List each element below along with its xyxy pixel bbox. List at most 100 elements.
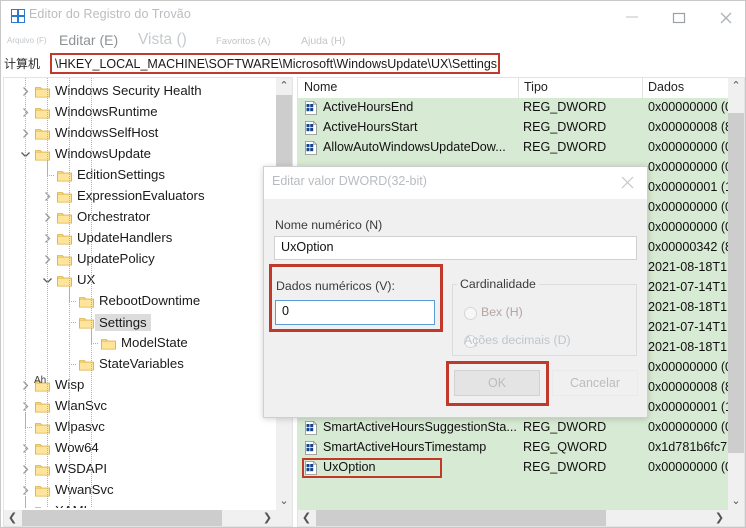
tree-node-wwansvc[interactable]: WwanSvc — [4, 480, 276, 501]
list-scroll-right-icon[interactable]: ❯ — [711, 510, 728, 526]
tree-node-label: StateVariables — [99, 356, 184, 371]
cancel-button[interactable]: Cancelar — [552, 370, 638, 396]
chevron-down-icon[interactable] — [20, 148, 33, 161]
value-name-input[interactable]: UxOption — [274, 236, 637, 260]
chevron-right-icon[interactable] — [42, 253, 55, 266]
title-bar: Editor do Registro do Trovão — [1, 1, 745, 31]
tree-scroll-right-icon[interactable]: ❯ — [259, 510, 276, 526]
tree-node-windowsruntime[interactable]: WindowsRuntime — [4, 102, 276, 123]
address-path: \HKEY_LOCAL_MACHINE\SOFTWARE\Microsoft\W… — [55, 57, 498, 71]
tree-node-ux[interactable]: UX — [4, 270, 276, 291]
chevron-right-icon[interactable] — [42, 190, 55, 203]
chevron-right-icon[interactable] — [20, 400, 33, 413]
radio-hex-dot — [464, 307, 477, 320]
minimize-button[interactable] — [609, 1, 655, 31]
chevron-right-icon[interactable] — [20, 85, 33, 98]
value-data-label: Dados numéricos (V): — [276, 279, 395, 293]
menu-favoritos[interactable]: Favoritos (A) — [216, 36, 270, 47]
tree-node-statevariables[interactable]: StateVariables — [4, 350, 276, 375]
tree-node-label: WwanSvc — [55, 482, 114, 497]
tree-node-updatehandlers[interactable]: UpdateHandlers — [4, 228, 276, 249]
value-data: 0x00000000 (0 — [648, 100, 728, 114]
chevron-right-icon[interactable] — [20, 379, 33, 392]
list-horizontal-scrollbar[interactable]: ❮ ❯ — [298, 510, 728, 526]
menu-ajuda[interactable]: Ajuda (H) — [301, 35, 345, 47]
column-tipo[interactable]: Tipo — [524, 80, 548, 94]
close-button[interactable] — [703, 1, 746, 31]
tree-node-label: UpdatePolicy — [77, 251, 155, 266]
value-name-label: Nome numérico (N) — [275, 218, 383, 232]
registry-tree[interactable]: Windows Security Health WindowsRuntime Win… — [4, 78, 276, 508]
registry-editor-icon — [11, 9, 25, 23]
chevron-right-icon[interactable] — [20, 106, 33, 119]
table-row[interactable]: ActiveHoursEnd REG_DWORD 0x00000000 (0 — [298, 98, 728, 118]
column-divider-1[interactable] — [518, 78, 519, 98]
chevron-right-icon[interactable] — [20, 463, 33, 476]
tree-node-wlansvc[interactable]: WlanSvc — [4, 396, 276, 417]
menu-vista[interactable]: Vista () — [138, 31, 187, 49]
column-divider-2[interactable] — [642, 78, 643, 98]
table-row[interactable]: SmartActiveHoursSuggestionSta... REG_DWOR… — [298, 418, 728, 438]
list-hscroll-thumb[interactable] — [316, 510, 606, 526]
column-dados[interactable]: Dados — [648, 80, 684, 94]
tree-node-xaml[interactable]: XAML — [4, 497, 276, 508]
registry-value-icon — [304, 120, 318, 135]
window-title: Editor do Registro do Trovão — [29, 7, 191, 21]
value-data: 2021-08-18T1 — [648, 260, 728, 274]
chevron-right-icon[interactable] — [20, 484, 33, 497]
tree-node-wsdapi[interactable]: WSDAPI — [4, 459, 276, 480]
table-row[interactable]: AllowAutoWindowsUpdateDow... REG_DWORD 0x0… — [298, 138, 728, 158]
table-row[interactable]: SmartActiveHoursTimestamp REG_QWORD 0x1d78… — [298, 438, 728, 458]
list-vertical-scrollbar[interactable]: ⌃ ⌄ — [728, 78, 744, 510]
chevron-right-icon[interactable] — [20, 127, 33, 140]
value-name: ActiveHoursEnd — [323, 100, 414, 114]
tree-indent-guide — [91, 78, 92, 508]
menu-arquivo[interactable]: Arquivo (F) — [7, 36, 47, 45]
value-data: 0x00000001 (1 — [648, 180, 728, 194]
tree-hscroll-thumb[interactable] — [22, 510, 222, 526]
tree-node-wlpasvc[interactable]: Wlpasvc — [4, 413, 276, 438]
tree-node-windowsselfhost[interactable]: WindowsSelfHost — [4, 123, 276, 144]
radio-decimal-label: Ações decimais (D) — [464, 333, 571, 347]
list-vscroll-thumb[interactable] — [728, 113, 744, 453]
tree-node-windows-security-health[interactable]: Windows Security Health — [4, 81, 276, 102]
tree-node-settings[interactable]: Settings — [4, 308, 276, 333]
tree-node-wow64[interactable]: Wow64 — [4, 438, 276, 459]
value-data: 2021-08-18T1 — [648, 340, 728, 354]
ok-button[interactable]: OK — [454, 370, 540, 396]
value-name: ActiveHoursStart — [323, 120, 418, 134]
tree-scroll-down-icon[interactable]: ⌄ — [276, 493, 292, 510]
table-row[interactable]: ActiveHoursStart REG_DWORD 0x00000008 (8 — [298, 118, 728, 138]
value-data-input[interactable]: 0 — [275, 300, 435, 325]
registry-value-icon — [304, 420, 318, 435]
tree-node-label: WSDAPI — [55, 461, 108, 476]
dialog-close-icon[interactable] — [613, 171, 643, 195]
list-scroll-up-icon[interactable]: ⌃ — [728, 78, 744, 95]
menu-editar[interactable]: Editar (E) — [59, 32, 118, 48]
tree-scroll-up-icon[interactable]: ⌃ — [276, 78, 292, 95]
column-nome[interactable]: Nome — [304, 80, 337, 94]
value-data: 0x00000000 (0 — [648, 460, 728, 474]
tree-node-expressionevaluators[interactable]: ExpressionEvaluators — [4, 186, 276, 207]
tree-node-windowsupdate[interactable]: WindowsUpdate — [4, 144, 276, 165]
value-data: 0x00000000 (0 — [648, 160, 728, 174]
tree-node-orchestrator[interactable]: Orchestrator — [4, 207, 276, 228]
tree-node-editionsettings[interactable]: EditionSettings — [4, 161, 276, 186]
tree-node-rebootdowntime[interactable]: RebootDowntime — [4, 287, 276, 312]
chevron-down-icon[interactable] — [42, 274, 55, 287]
tree-node-updatepolicy[interactable]: UpdatePolicy — [4, 249, 276, 270]
tree-scroll-left-icon[interactable]: ❮ — [4, 510, 21, 526]
list-scroll-left-icon[interactable]: ❮ — [298, 510, 315, 526]
address-highlight-box[interactable]: \HKEY_LOCAL_MACHINE\SOFTWARE\Microsoft\W… — [50, 53, 500, 74]
list-scroll-down-icon[interactable]: ⌄ — [728, 493, 744, 510]
chevron-right-icon[interactable] — [42, 232, 55, 245]
tree-node-modelstate[interactable]: ModelState — [4, 329, 276, 354]
chevron-right-icon[interactable] — [20, 442, 33, 455]
tree-horizontal-scrollbar[interactable]: ❮ ❯ — [4, 510, 276, 526]
value-data-text: 0 — [282, 304, 290, 318]
value-data: 0x1d781b6fc7 — [648, 440, 728, 454]
value-type: REG_DWORD — [523, 140, 607, 154]
maximize-button[interactable] — [656, 1, 702, 31]
radio-hex-label: Bex (H) — [481, 305, 523, 319]
chevron-right-icon[interactable] — [42, 211, 55, 224]
